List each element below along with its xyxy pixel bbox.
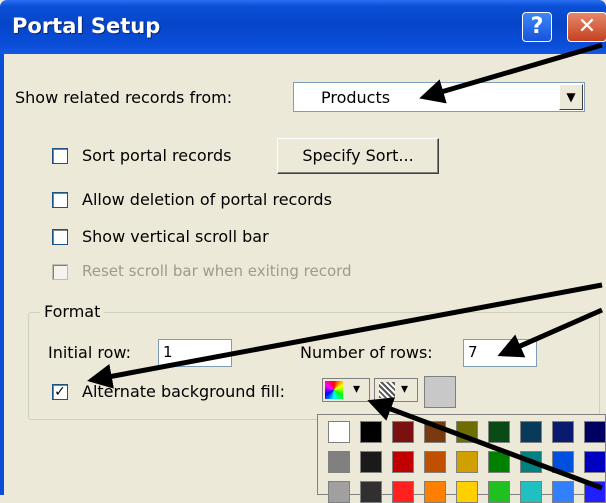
color-swatch[interactable] [456,451,478,473]
check-icon: ✓ [54,384,66,400]
number-of-rows-input[interactable]: 7 [463,339,537,367]
fill-preview [424,376,456,408]
color-swatch[interactable] [424,451,446,473]
color-swatch[interactable] [328,481,350,503]
color-swatch[interactable] [552,481,574,503]
pattern-icon [379,382,395,398]
window-frame-left [0,54,4,495]
specify-sort-button[interactable]: Specify Sort... [277,138,439,174]
allow-deletion-label: Allow deletion of portal records [82,190,332,209]
chevron-down-icon[interactable]: ▼ [559,84,583,110]
color-swatch[interactable] [584,421,606,443]
color-swatch[interactable] [520,481,542,503]
initial-row-label: Initial row: [48,343,131,362]
related-table-dropdown[interactable]: Products ▼ [293,82,585,112]
format-legend: Format [40,302,105,321]
initial-row-input[interactable]: 1 [158,339,232,367]
related-table-value: Products [321,88,391,107]
number-of-rows-label: Number of rows: [300,343,433,362]
fill-color-picker[interactable]: ▾ [322,378,370,402]
close-icon: ✕ [577,14,597,39]
vertical-scrollbar-label: Show vertical scroll bar [82,227,269,246]
color-swatch[interactable] [328,451,350,473]
help-button[interactable]: ? [522,12,552,42]
reset-scrollbar-checkbox [52,264,68,280]
color-swatch[interactable] [552,421,574,443]
reset-scrollbar-label: Reset scroll bar when exiting record [82,262,352,280]
color-swatch[interactable] [552,451,574,473]
color-palette[interactable] [317,414,606,503]
color-swatch-icon [325,381,343,399]
sort-portal-label: Sort portal records [82,146,232,165]
color-swatch[interactable] [360,481,382,503]
color-swatch[interactable] [488,451,510,473]
sort-portal-checkbox[interactable] [52,148,68,164]
color-swatch[interactable] [488,481,510,503]
vertical-scrollbar-checkbox[interactable] [52,229,68,245]
alternate-fill-label: Alternate background fill: [82,382,286,401]
close-button[interactable]: ✕ [567,12,606,42]
color-swatch[interactable] [584,451,606,473]
chevron-down-icon[interactable]: ▾ [353,379,360,399]
color-swatch[interactable] [488,421,510,443]
color-swatch[interactable] [456,421,478,443]
color-swatch[interactable] [392,481,414,503]
color-swatch[interactable] [584,481,606,503]
related-records-label: Show related records from: [15,88,233,107]
fill-pattern-picker[interactable]: ▾ [374,378,418,402]
title-bar[interactable]: Portal Setup ? ✕ [0,0,606,54]
color-swatch[interactable] [392,421,414,443]
color-swatch[interactable] [424,421,446,443]
chevron-down-icon[interactable]: ▾ [401,379,408,399]
allow-deletion-checkbox[interactable] [52,192,68,208]
color-swatch[interactable] [392,451,414,473]
color-swatch[interactable] [456,481,478,503]
color-swatch[interactable] [424,481,446,503]
alternate-fill-checkbox[interactable]: ✓ [52,384,68,400]
color-swatch[interactable] [520,421,542,443]
help-icon: ? [530,14,544,39]
color-swatch[interactable] [360,451,382,473]
window-title: Portal Setup [12,14,161,38]
color-swatch[interactable] [328,421,350,443]
color-swatch[interactable] [360,421,382,443]
color-swatch[interactable] [520,451,542,473]
